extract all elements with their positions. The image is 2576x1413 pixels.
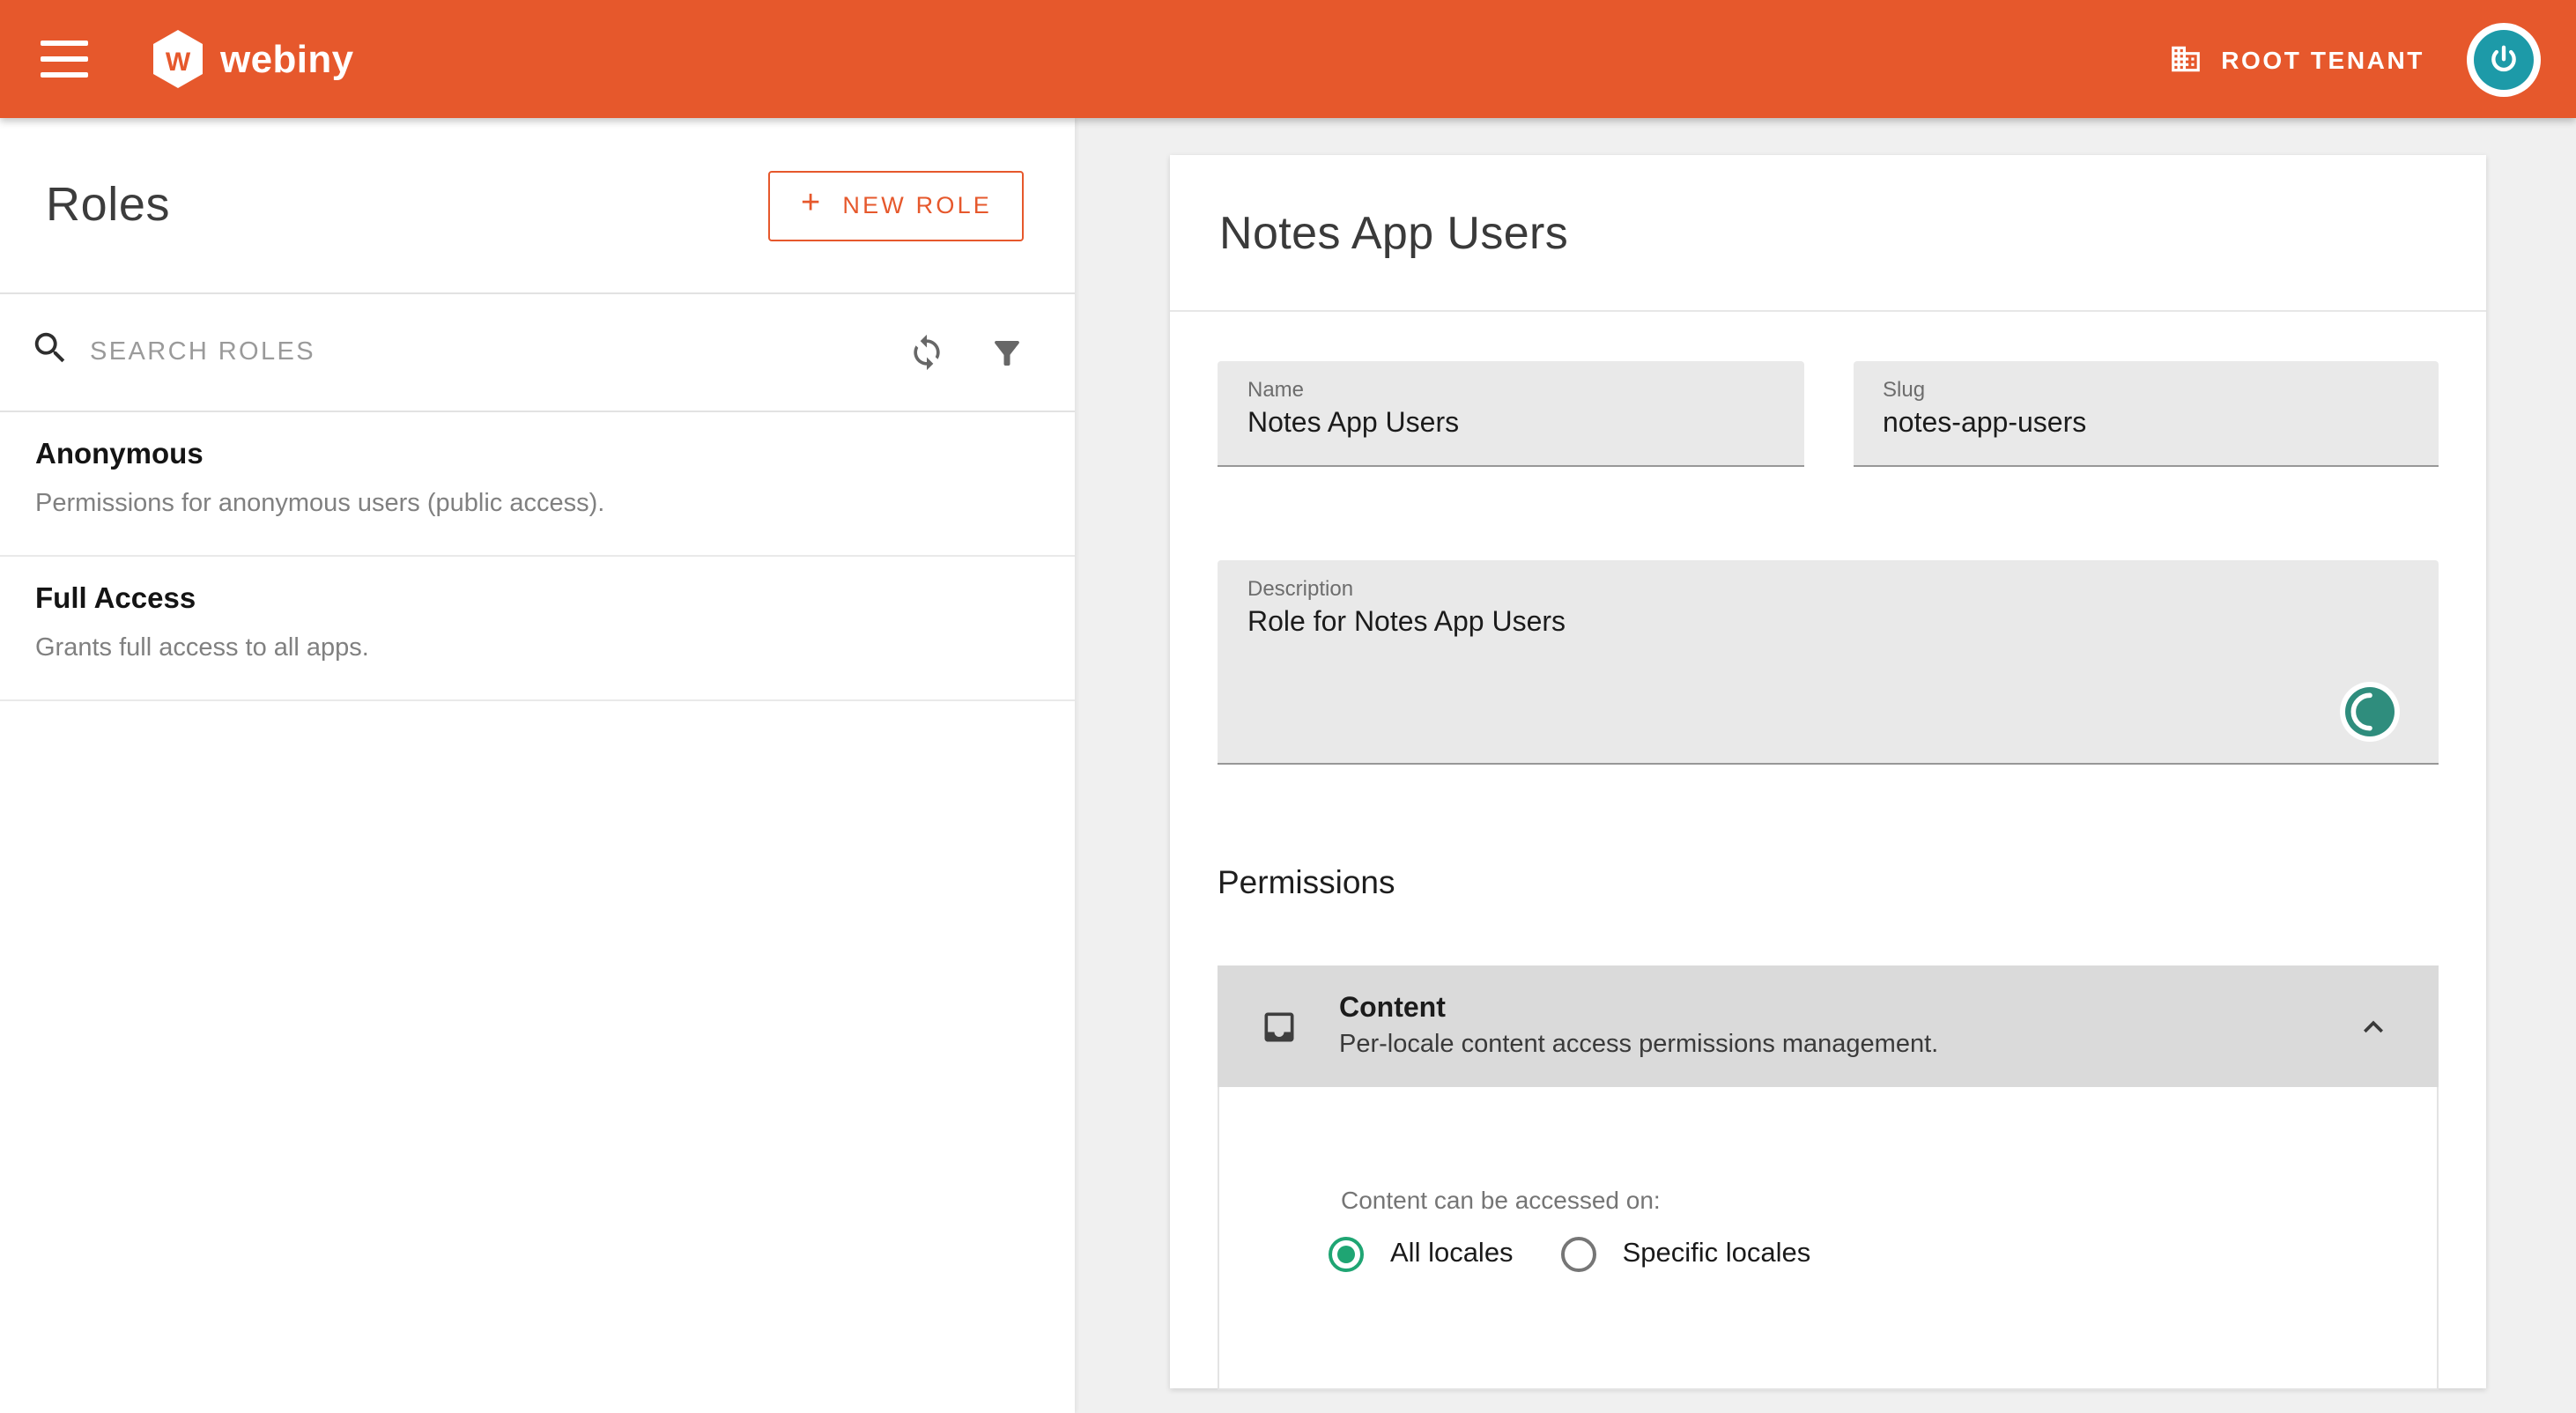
content-accordion-titles: Content Per-locale content access permis… [1339,994,1938,1059]
new-role-button[interactable]: + NEW ROLE [769,170,1024,240]
role-item-title: Anonymous [35,439,1040,472]
roles-list-panel: Roles + NEW ROLE [0,118,1075,1413]
content-accordion-body: Content can be accessed on: All locales … [1218,1087,2439,1390]
search-icon [30,328,70,377]
roles-panel-header: Roles + NEW ROLE [0,118,1075,294]
tenant-building-icon [2168,42,2202,76]
menu-icon[interactable] [41,41,88,78]
filter-icon[interactable] [978,323,1036,381]
slug-field-label: Slug [1883,377,2409,402]
webiny-admin-app: W webiny ROOT TENANT [0,0,2576,1413]
tenant-selector[interactable]: ROOT TENANT [2168,42,2424,76]
role-item-title: Full Access [35,583,1040,617]
description-field-value[interactable]: Role for Notes App Users [1247,608,2409,640]
role-list-item-anonymous[interactable]: Anonymous Permissions for anonymous user… [0,412,1075,557]
topbar-left: W webiny [41,30,354,88]
role-detail-header: Notes App Users [1170,155,2486,312]
role-detail-card: Notes App Users Name Notes App Users Slu… [1170,155,2486,1388]
chevron-up-icon[interactable] [2347,1000,2400,1053]
new-role-button-label: NEW ROLE [842,192,992,218]
name-slug-row: Name Notes App Users Slug notes-app-user… [1218,361,2439,467]
power-icon [2474,29,2534,89]
slug-field-value[interactable]: notes-app-users [1883,409,2409,440]
role-item-description: Permissions for anonymous users (public … [35,490,1040,518]
topbar-right: ROOT TENANT [2168,22,2541,96]
plus-icon: + [801,184,823,223]
radio-option-all-locales[interactable]: All locales [1329,1237,1514,1272]
webiny-logo[interactable]: W webiny [152,30,354,88]
description-field-label: Description [1247,576,2409,601]
radio-option-specific-locales[interactable]: Specific locales [1561,1237,1811,1272]
role-detail-title: Notes App Users [1219,205,1568,260]
inbox-icon [1260,1007,1299,1046]
top-app-bar: W webiny ROOT TENANT [0,0,2576,118]
roles-search-bar [0,294,1075,412]
webiny-logo-icon: W [152,30,204,88]
content-access-label: Content can be accessed on: [1341,1186,2437,1214]
content-accordion-subtitle: Per-locale content access permissions ma… [1339,1031,1938,1059]
content-permissions-accordion: Content Per-locale content access permis… [1218,965,2439,1390]
radio-unselected-icon[interactable] [1561,1237,1596,1272]
page-title: Roles [46,178,170,233]
loading-spinner-icon [2340,682,2400,742]
permissions-heading: Permissions [1218,863,2439,902]
webiny-logo-text: webiny [220,36,354,82]
name-field[interactable]: Name Notes App Users [1218,361,1803,467]
role-detail-form: Name Notes App Users Slug notes-app-user… [1170,361,2486,1390]
role-list-item-full-access[interactable]: Full Access Grants full access to all ap… [0,557,1075,701]
name-field-label: Name [1247,377,1773,402]
content-accordion-header[interactable]: Content Per-locale content access permis… [1218,965,2439,1087]
content-accordion-title: Content [1339,994,1938,1025]
radio-option-label: All locales [1390,1239,1514,1270]
radio-selected-icon[interactable] [1329,1237,1364,1272]
refresh-icon[interactable] [897,322,957,382]
role-item-description: Grants full access to all apps. [35,634,1040,662]
radio-option-label: Specific locales [1623,1239,1811,1270]
locales-radio-group: All locales Specific locales [1329,1237,2437,1272]
user-avatar[interactable] [2467,22,2541,96]
search-roles-input[interactable] [86,337,876,368]
tenant-label: ROOT TENANT [2221,45,2424,73]
description-field[interactable]: Description Role for Notes App Users [1218,560,2439,765]
svg-text:W: W [166,48,191,77]
name-field-value[interactable]: Notes App Users [1247,409,1773,440]
role-detail-area: Notes App Users Name Notes App Users Slu… [1075,118,2576,1413]
slug-field[interactable]: Slug notes-app-users [1853,361,2439,467]
